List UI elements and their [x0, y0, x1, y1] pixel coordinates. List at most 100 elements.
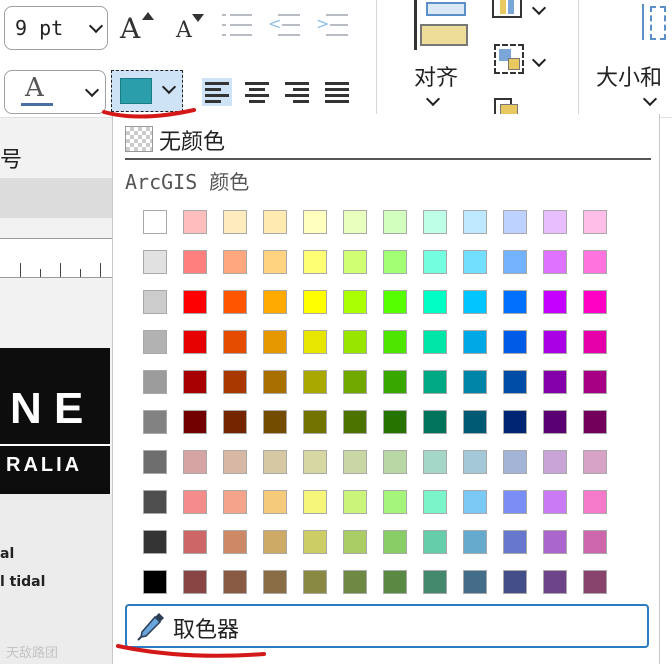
color-swatch[interactable] [343, 570, 367, 594]
color-swatch[interactable] [423, 490, 447, 514]
color-swatch[interactable] [183, 210, 207, 234]
align-group-label[interactable]: 对齐 [414, 60, 458, 92]
color-swatch[interactable] [503, 250, 527, 274]
color-swatch[interactable] [263, 370, 287, 394]
color-swatch[interactable] [263, 530, 287, 554]
color-swatch[interactable] [343, 210, 367, 234]
color-swatch[interactable] [143, 530, 167, 554]
color-swatch[interactable] [463, 330, 487, 354]
color-swatch[interactable] [343, 490, 367, 514]
color-swatch[interactable] [583, 210, 607, 234]
color-swatch[interactable] [543, 370, 567, 394]
color-swatch[interactable] [503, 570, 527, 594]
color-swatch[interactable] [143, 330, 167, 354]
bullet-list-icon[interactable] [222, 10, 256, 44]
color-swatch[interactable] [503, 410, 527, 434]
color-swatch[interactable] [263, 210, 287, 234]
color-swatch[interactable] [183, 570, 207, 594]
color-swatch[interactable] [543, 330, 567, 354]
color-swatch[interactable] [183, 330, 207, 354]
color-swatch[interactable] [223, 330, 247, 354]
color-swatch[interactable] [423, 330, 447, 354]
color-swatch[interactable] [303, 450, 327, 474]
color-swatch[interactable] [423, 210, 447, 234]
color-swatch[interactable] [263, 290, 287, 314]
color-swatch[interactable] [303, 530, 327, 554]
color-swatch[interactable] [303, 370, 327, 394]
color-swatch[interactable] [263, 250, 287, 274]
group-icon[interactable] [494, 44, 524, 74]
color-swatch[interactable] [383, 250, 407, 274]
color-swatch[interactable] [423, 290, 447, 314]
color-swatch[interactable] [383, 530, 407, 554]
color-swatch[interactable] [583, 370, 607, 394]
align-right-icon[interactable] [282, 78, 312, 106]
color-swatch[interactable] [303, 570, 327, 594]
color-swatch[interactable] [543, 490, 567, 514]
color-swatch[interactable] [583, 250, 607, 274]
color-swatch[interactable] [223, 530, 247, 554]
color-swatch[interactable] [503, 490, 527, 514]
color-swatch[interactable] [503, 370, 527, 394]
color-swatch[interactable] [143, 290, 167, 314]
color-swatch[interactable] [343, 370, 367, 394]
color-swatch[interactable] [223, 410, 247, 434]
color-swatch[interactable] [263, 490, 287, 514]
color-swatch[interactable] [583, 290, 607, 314]
color-swatch[interactable] [263, 450, 287, 474]
color-swatch[interactable] [343, 410, 367, 434]
color-swatch[interactable] [383, 410, 407, 434]
color-swatch[interactable] [183, 370, 207, 394]
color-swatch[interactable] [583, 490, 607, 514]
decrease-indent-icon[interactable]: < [268, 10, 302, 44]
color-swatch[interactable] [223, 570, 247, 594]
color-swatch[interactable] [223, 250, 247, 274]
color-swatch[interactable] [143, 570, 167, 594]
color-swatch[interactable] [183, 530, 207, 554]
color-swatch[interactable] [423, 250, 447, 274]
color-swatch[interactable] [583, 330, 607, 354]
color-swatch[interactable] [463, 370, 487, 394]
color-swatch[interactable] [583, 410, 607, 434]
chevron-down-icon[interactable] [531, 0, 547, 16]
color-swatch[interactable] [463, 530, 487, 554]
shrink-font-icon[interactable]: A [176, 12, 210, 46]
color-swatch[interactable] [263, 410, 287, 434]
color-swatch[interactable] [223, 370, 247, 394]
color-swatch[interactable] [223, 450, 247, 474]
color-swatch[interactable] [303, 290, 327, 314]
color-swatch[interactable] [183, 290, 207, 314]
color-swatch[interactable] [183, 410, 207, 434]
color-swatch[interactable] [383, 210, 407, 234]
color-swatch[interactable] [463, 410, 487, 434]
color-swatch[interactable] [303, 210, 327, 234]
align-center-icon[interactable] [242, 78, 272, 106]
color-swatch[interactable] [463, 450, 487, 474]
color-swatch[interactable] [183, 250, 207, 274]
justify-icon[interactable] [322, 78, 352, 106]
color-swatch[interactable] [543, 290, 567, 314]
color-swatch[interactable] [383, 370, 407, 394]
color-swatch[interactable] [383, 570, 407, 594]
font-size-dropdown[interactable]: 9 pt [4, 6, 108, 50]
color-swatch[interactable] [143, 370, 167, 394]
color-swatch[interactable] [343, 530, 367, 554]
color-swatch[interactable] [223, 490, 247, 514]
distribute-icon[interactable] [492, 0, 522, 18]
size-position-icon[interactable] [636, 4, 666, 44]
color-swatch[interactable] [423, 570, 447, 594]
color-swatch[interactable] [463, 210, 487, 234]
color-swatch[interactable] [423, 530, 447, 554]
color-swatch[interactable] [503, 530, 527, 554]
color-swatch[interactable] [183, 450, 207, 474]
color-swatch[interactable] [463, 250, 487, 274]
color-swatch[interactable] [143, 450, 167, 474]
color-swatch[interactable] [423, 450, 447, 474]
color-swatch[interactable] [583, 450, 607, 474]
color-swatch[interactable] [303, 490, 327, 514]
chevron-down-icon[interactable] [425, 91, 441, 107]
color-swatch[interactable] [583, 570, 607, 594]
color-swatch[interactable] [263, 570, 287, 594]
size-group-label[interactable]: 大小和 [596, 60, 662, 92]
align-left-icon[interactable] [202, 78, 232, 106]
